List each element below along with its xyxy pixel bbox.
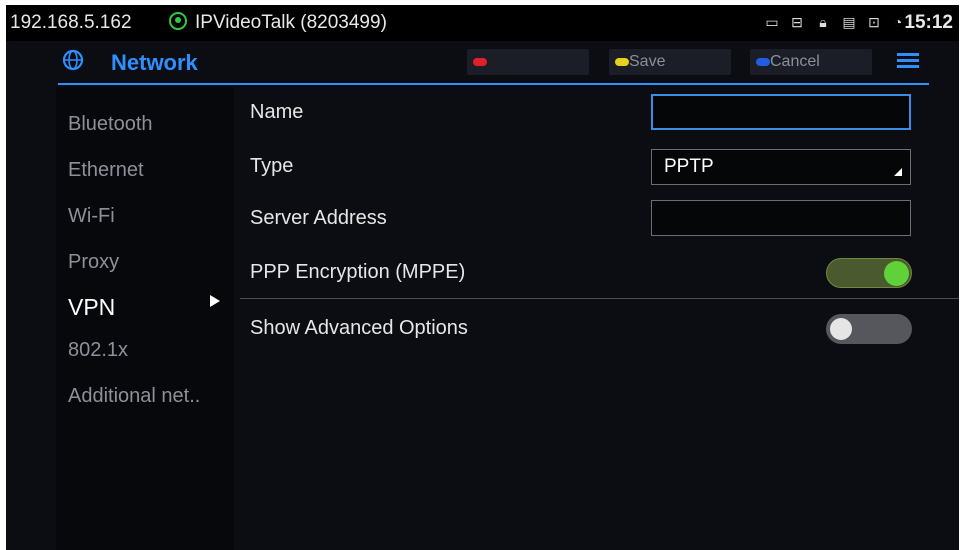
sidebar-item-wifi[interactable]: Wi-Fi <box>68 205 115 228</box>
name-field[interactable] <box>651 94 911 130</box>
network-icon: ⊟ <box>791 14 803 30</box>
name-input[interactable] <box>653 96 909 128</box>
sidebar-item-additional-network[interactable]: Additional net.. <box>68 385 200 408</box>
mppe-label: PPP Encryption (MPPE) <box>250 261 466 283</box>
dropdown-caret-icon <box>894 168 902 176</box>
save-label: Save <box>629 53 666 70</box>
account-label: IPVideoTalk (8203499) <box>195 12 387 33</box>
red-action-button[interactable] <box>467 49 589 75</box>
screen: 192.168.5.162 IPVideoTalk (8203499) ▭ ⊟ … <box>6 5 959 550</box>
server-address-input[interactable] <box>652 201 910 235</box>
section-divider <box>240 298 959 299</box>
type-select[interactable]: PPTP <box>651 149 911 185</box>
sidebar-item-ethernet[interactable]: Ethernet <box>68 159 144 182</box>
type-label: Type <box>250 155 294 177</box>
sidebar-item-8021x[interactable]: 802.1x <box>68 339 128 362</box>
menu-icon[interactable] <box>897 53 919 69</box>
screen-icon: ▭ <box>765 14 779 30</box>
type-value: PPTP <box>664 156 714 177</box>
cancel-label: Cancel <box>770 53 820 70</box>
chat-icon: ⊡ <box>868 14 880 30</box>
sidebar-item-bluetooth[interactable]: Bluetooth <box>68 113 153 136</box>
toggle-knob <box>884 261 909 286</box>
sidebar-item-vpn[interactable]: VPN <box>68 294 115 321</box>
app-header: Network Save Cancel <box>6 41 959 87</box>
ip-address: 192.168.5.162 <box>10 12 132 33</box>
vpn-settings-panel: Name Type PPTP Server Address PPP Encryp… <box>234 87 959 550</box>
mppe-toggle[interactable] <box>826 258 912 288</box>
cancel-button[interactable]: Cancel <box>750 49 872 75</box>
advanced-options-toggle[interactable] <box>826 314 912 344</box>
wifi-icon: ◔ <box>893 14 903 30</box>
lock-icon: 🔒︎ <box>819 14 827 30</box>
red-dot-icon <box>473 58 487 66</box>
selected-arrow-icon <box>210 295 220 307</box>
save-button[interactable]: Save <box>609 49 731 75</box>
network-globe-icon <box>62 49 84 71</box>
sidebar-item-proxy[interactable]: Proxy <box>68 251 119 274</box>
toggle-knob <box>830 318 852 340</box>
status-bar: 192.168.5.162 IPVideoTalk (8203499) ▭ ⊟ … <box>6 5 959 41</box>
server-address-label: Server Address <box>250 207 387 229</box>
page-title: Network <box>111 50 198 75</box>
account-circle-icon <box>169 12 187 30</box>
header-divider <box>58 83 929 85</box>
sim-icon: ▤ <box>842 14 856 30</box>
advanced-options-label: Show Advanced Options <box>250 317 468 339</box>
clock: 15:12 <box>904 12 953 33</box>
server-address-field[interactable] <box>651 200 911 236</box>
yellow-dot-icon <box>615 58 629 66</box>
sidebar: Bluetooth Ethernet Wi-Fi Proxy VPN 802.1… <box>56 87 234 550</box>
name-label: Name <box>250 101 304 123</box>
blue-dot-icon <box>756 58 770 66</box>
